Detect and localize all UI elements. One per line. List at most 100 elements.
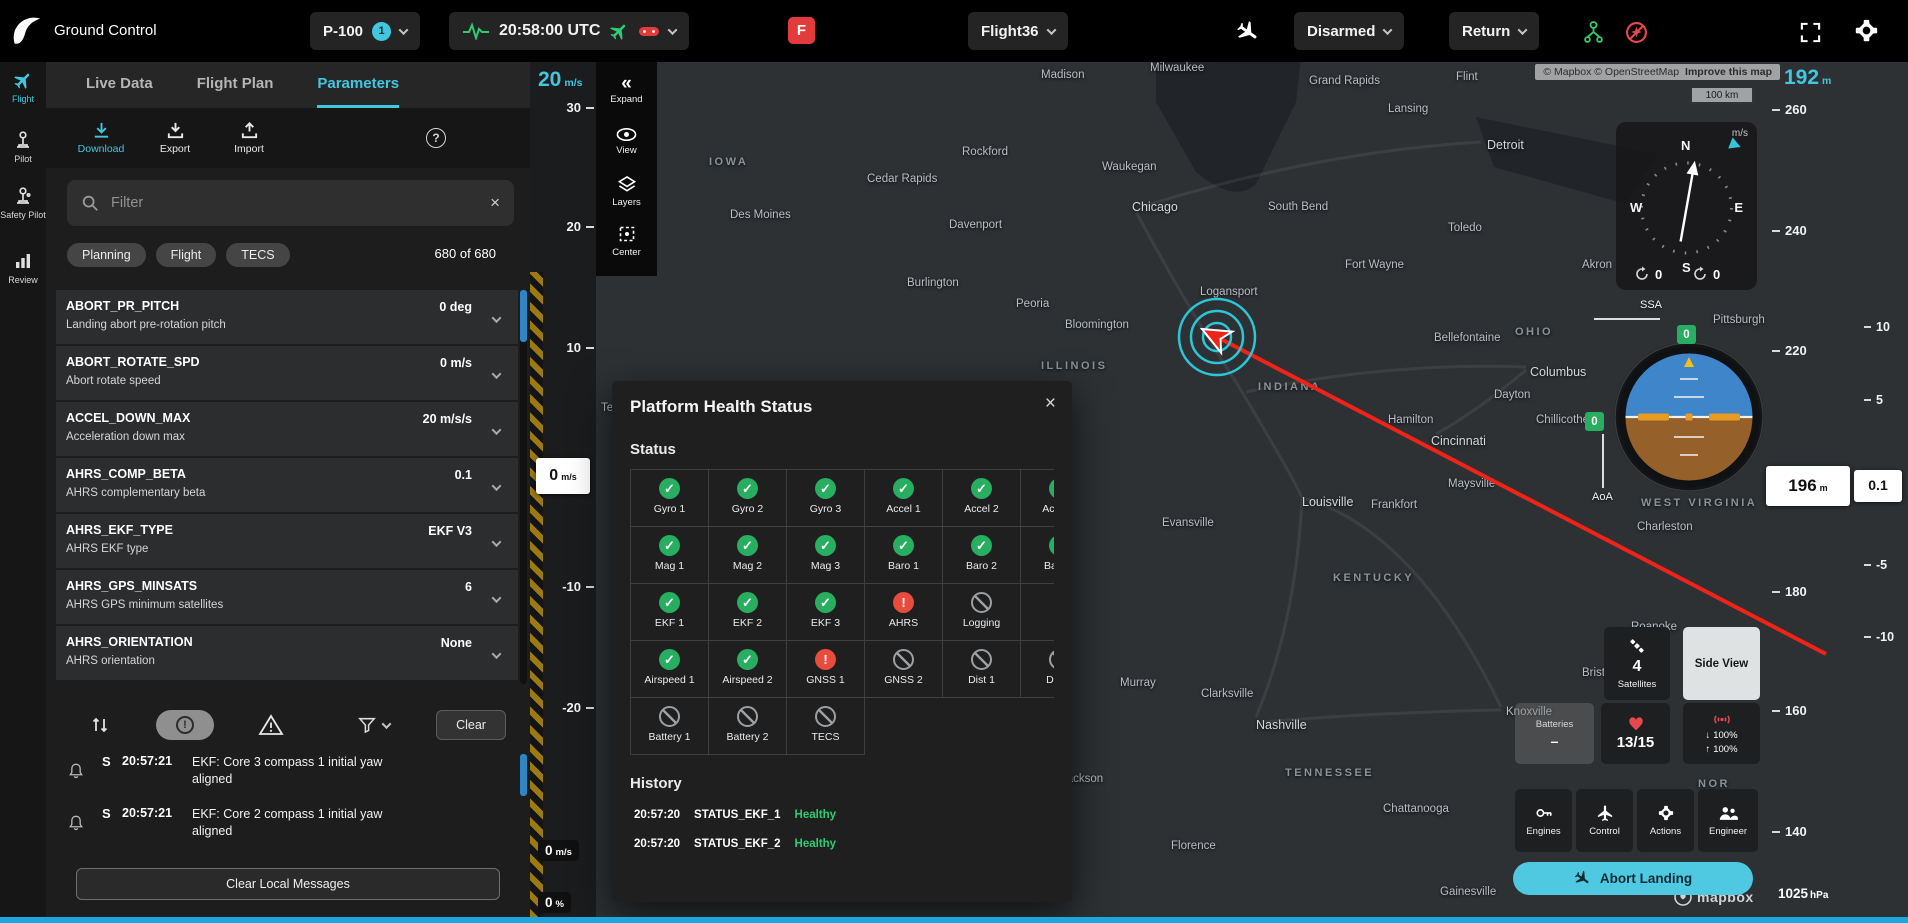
warning-filter-toggle[interactable] [258, 713, 284, 737]
chevron-down-icon[interactable] [492, 649, 502, 659]
parameters-panel: Live Data Flight Plan Parameters Downloa… [46, 62, 530, 917]
nav-item-pilot[interactable]: Pilot [0, 130, 46, 184]
parameter-row[interactable]: ACCEL_DOWN_MAX Acceleration down max 20 … [56, 402, 518, 456]
compass-widget[interactable]: m/s N W E S 0 0 [1616, 122, 1757, 290]
status-label: GNSS 2 [884, 674, 923, 686]
tab-live-data[interactable]: Live Data [86, 62, 153, 108]
gamepad-icon [638, 23, 660, 39]
chevron-down-icon[interactable] [492, 369, 502, 379]
status-icon [737, 706, 758, 727]
help-icon[interactable]: ? [426, 128, 446, 148]
parameter-row[interactable]: AHRS_ORIENTATION AHRS orientation None [56, 626, 518, 680]
tab-flight-plan[interactable]: Flight Plan [197, 62, 274, 108]
fullscreen-icon[interactable] [1797, 19, 1823, 45]
altitude-tick: 180 [1772, 584, 1807, 599]
collapse-panel-button[interactable]: « Expand [596, 66, 657, 116]
chevron-down-icon[interactable] [492, 593, 502, 603]
chevron-down-icon [399, 25, 409, 35]
sort-icon[interactable] [90, 715, 110, 735]
flight-mode-selector[interactable]: Return [1449, 12, 1539, 50]
engines-button[interactable]: Engines [1515, 789, 1572, 852]
tab-parameters[interactable]: Parameters [317, 62, 399, 108]
status-icon [893, 535, 914, 556]
center-map-button[interactable]: Center [596, 216, 657, 266]
aoa-value-badge: 0 [1585, 412, 1604, 431]
status-label: Gyro 2 [732, 503, 764, 515]
arm-state-selector[interactable]: Disarmed [1294, 12, 1404, 50]
chevron-down-icon[interactable] [492, 537, 502, 547]
close-icon[interactable]: × [1045, 393, 1056, 415]
chevron-down-icon [1518, 25, 1528, 35]
parameter-description: AHRS orientation [66, 655, 155, 667]
nav-item-flight[interactable]: Flight [0, 70, 46, 124]
import-button[interactable]: Import [220, 121, 278, 155]
filter-chip[interactable]: Planning [67, 243, 146, 267]
airspace-alert-icon[interactable] [1623, 19, 1649, 45]
parameter-row[interactable]: ABORT_ROTATE_SPD Abort rotate speed 0 m/… [56, 346, 518, 400]
actions-button[interactable]: Actions [1637, 789, 1694, 852]
settings-gear-icon[interactable] [1851, 15, 1881, 45]
message-row[interactable]: S 20:57:21 EKF: Core 3 compass 1 initial… [46, 752, 516, 798]
download-button[interactable]: Download [72, 121, 130, 155]
params-scrollbar-track[interactable] [520, 290, 527, 684]
chevron-down-icon[interactable] [492, 425, 502, 435]
link-health-widget[interactable]: 13/15 [1601, 703, 1670, 764]
parameter-value: 6 [465, 580, 472, 594]
filter-chip[interactable]: TECS [226, 243, 289, 267]
status-icon [815, 592, 836, 613]
batteries-widget[interactable]: Batteries – [1515, 703, 1594, 764]
parameter-name: AHRS_EKF_TYPE [66, 523, 173, 537]
filter-input[interactable] [109, 194, 480, 212]
view-button[interactable]: View [596, 116, 657, 166]
status-label: Dist 2 [1046, 674, 1054, 686]
aircraft-selector[interactable]: P-100 1 [310, 12, 420, 50]
parameter-row[interactable]: AHRS_GPS_MINSATS AHRS GPS minimum satell… [56, 570, 518, 624]
info-filter-toggle[interactable]: ! [156, 710, 214, 740]
engineer-button[interactable]: Engineer [1698, 789, 1758, 852]
improve-map-link[interactable]: Improve this map [1685, 66, 1772, 78]
history-value: Healthy [795, 838, 837, 850]
status-label: Airspeed 1 [644, 674, 694, 686]
clear-search-icon[interactable]: × [490, 193, 500, 213]
attitude-indicator[interactable] [1613, 341, 1765, 493]
filter-chip[interactable]: Flight [156, 243, 217, 267]
link-health-value: 13/15 [1617, 734, 1655, 751]
export-button[interactable]: Export [146, 121, 204, 155]
app-title: Ground Control [54, 22, 157, 39]
status-label: EKF 1 [655, 617, 684, 629]
chevron-down-icon [1383, 25, 1393, 35]
abort-landing-button[interactable]: Abort Landing [1513, 862, 1753, 895]
platform-health-modal: Platform Health Status × Status Gyro 1 G… [612, 381, 1072, 902]
clear-messages-button[interactable]: Clear [436, 710, 506, 740]
status-icon [815, 706, 836, 727]
telemetry-selector[interactable]: 20:58:00 UTC [449, 12, 689, 50]
chevron-down-icon[interactable] [492, 481, 502, 491]
nav-item-review[interactable]: Review [0, 251, 46, 305]
side-view-label: Side View [1695, 658, 1748, 670]
bell-icon [68, 762, 84, 779]
control-button[interactable]: Control [1576, 789, 1633, 852]
message-row[interactable]: S 20:57:21 EKF: Core 2 compass 1 initial… [46, 804, 516, 850]
nav-label: Flight [12, 94, 34, 104]
turn-rate-right: 0 [1692, 266, 1720, 282]
side-view-button[interactable]: Side View [1683, 627, 1760, 700]
turn-rate-left: 0 [1634, 266, 1662, 282]
clear-local-messages-button[interactable]: Clear Local Messages [76, 868, 500, 900]
satellite-count: 4 [1633, 658, 1642, 676]
signal-widget[interactable]: ↓100% ↑100% [1683, 703, 1760, 764]
chevron-down-icon[interactable] [492, 313, 502, 323]
message-filter-dropdown[interactable] [358, 716, 390, 734]
messages-scrollbar-thumb[interactable] [520, 754, 527, 796]
aoa-line [1602, 434, 1604, 488]
flight-selector[interactable]: Flight36 [968, 12, 1068, 50]
parameter-row[interactable]: AHRS_EKF_TYPE AHRS EKF type EKF V3 [56, 514, 518, 568]
satellites-widget[interactable]: 4 Satellites [1604, 627, 1670, 700]
layers-button[interactable]: Layers [596, 166, 657, 216]
health-cell: Gyro 3 [787, 470, 865, 527]
message-time: 20:57:21 [122, 806, 172, 820]
parameter-row[interactable]: AHRS_COMP_BETA AHRS complementary beta 0… [56, 458, 518, 512]
parameter-row[interactable]: ABORT_PR_PITCH Landing abort pre-rotatio… [56, 290, 518, 344]
nav-item-safety-pilot[interactable]: Safety Pilot [0, 186, 46, 240]
params-scrollbar-thumb[interactable] [520, 290, 527, 342]
datalink-tree-icon[interactable] [1580, 19, 1606, 45]
